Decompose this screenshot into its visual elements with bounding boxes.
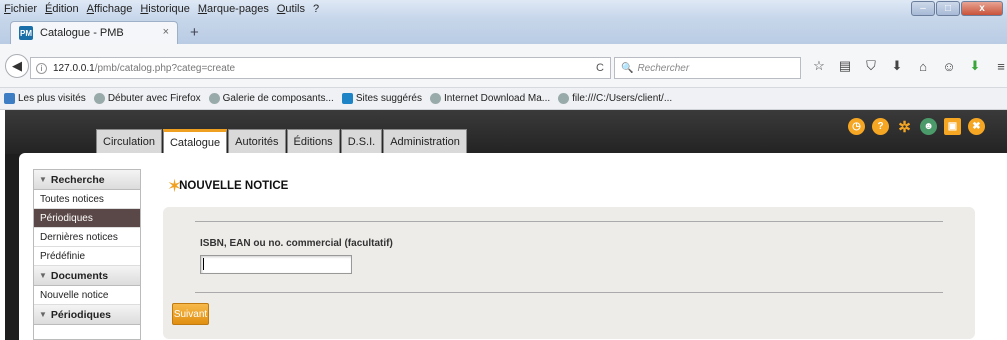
url-bar[interactable]: i 127.0.0.1 /pmb/catalog.php?categ=creat… [30,57,611,79]
bookmark-label: Les plus visités [18,93,86,104]
menu-marque-pages[interactable]: Marque-pages [198,3,269,15]
bookmark-item[interactable]: Galerie de composants... [208,93,334,104]
isbn-input[interactable] [200,255,352,274]
menu-edition[interactable]: Édition [45,3,79,15]
bookmark-icon [4,93,15,104]
bookmark-item[interactable]: Les plus visités [4,93,86,104]
tab-autorites[interactable]: Autorités [228,129,286,154]
sidebar-section-documents[interactable]: ▼ Documents [34,266,140,286]
isbn-label: ISBN, EAN ou no. commercial (facultatif) [200,238,393,249]
star-icon[interactable]: ☆ [808,58,830,74]
menu-fichier[interactable]: Fichier [4,3,37,15]
tab-circulation[interactable]: Circulation [96,129,162,154]
globe-icon [93,93,105,104]
sidebar-item-dernieres-notices[interactable]: Dernières notices [34,228,140,247]
close-window-button[interactable]: x [961,1,1003,16]
bookmark-item[interactable]: Internet Download Ma... [429,93,551,104]
minimize-button[interactable]: – [911,1,935,16]
chat-icon[interactable]: ☺ [938,59,960,74]
url-host: 127.0.0.1 [53,62,95,74]
triangle-down-icon: ▼ [39,271,47,280]
bookmark-label: file:///C:/Users/client/... [572,93,673,104]
save-icon[interactable]: ▣ [944,118,961,135]
search-input[interactable]: 🔍 Rechercher [614,57,801,79]
user-icon[interactable]: ☻ [920,118,937,135]
menu-affichage[interactable]: Affichage [87,3,133,15]
back-button[interactable]: ◀ [5,54,29,78]
form-box: ISBN, EAN ou no. commercial (facultatif)… [163,207,975,339]
toolbar-icons: ☆ ▤ ⛉ ⬇ ⌂ ☺ ⬇ ≡ [808,58,1007,74]
pmb-favicon-icon: PM [19,26,33,40]
pmb-app: Circulation Catalogue Autorités Éditions… [5,110,1007,340]
help-icon[interactable]: ? [872,118,889,135]
tab-administration[interactable]: Administration [383,129,467,154]
main-navigation: Circulation Catalogue Autorités Éditions… [96,129,468,155]
sites-icon [341,93,353,104]
url-path: /pmb/catalog.php?categ=create [94,62,236,74]
section-title: Périodiques [50,308,112,321]
clock-icon[interactable]: ◷ [848,118,865,135]
section-title: Recherche [50,173,105,186]
bookmark-item[interactable]: Débuter avec Firefox [93,93,201,104]
menu-historique[interactable]: Historique [140,3,190,15]
bookmark-item[interactable]: file:///C:/Users/client/... [558,93,672,104]
pocket-icon[interactable]: ⛉ [860,58,882,74]
bookmark-label: Sites suggérés [355,93,422,104]
maximize-button[interactable]: □ [936,1,960,16]
window-controls: – □ x [910,1,1003,16]
browser-tab[interactable]: PM Catalogue - PMB × [10,21,178,44]
triangle-down-icon: ▼ [39,310,47,319]
tab-catalogue[interactable]: Catalogue [162,129,228,155]
suivant-button[interactable]: Suivant [172,303,209,325]
menu-bar: Fichier Édition Affichage Historique Mar… [0,0,1007,17]
menu-icon[interactable]: ≡ [990,59,1007,74]
tab-dsi[interactable]: D.S.I. [340,129,383,154]
sidebar-item-nouvelle-notice[interactable]: Nouvelle notice [34,286,140,305]
globe-icon [558,93,570,104]
bookmark-item[interactable]: Sites suggérés [341,93,422,104]
reload-icon[interactable]: C [596,62,604,74]
app-header: Circulation Catalogue Autorités Éditions… [5,110,1007,155]
tab-title: Catalogue - PMB [40,27,124,39]
settings-icon[interactable]: ✲ [896,118,913,136]
bookmark-label: Internet Download Ma... [443,93,551,104]
globe-icon [429,93,441,104]
main-content: ✶ NOUVELLE NOTICE ISBN, EAN ou no. comme… [161,153,1007,340]
sidebar-section-periodiques[interactable]: ▼ Périodiques [34,305,140,325]
tab-editions[interactable]: Éditions [286,129,340,154]
sidebar-item-periodiques[interactable]: Périodiques [34,209,140,228]
bookmark-label: Galerie de composants... [222,93,334,104]
bookmarks-bar: Les plus visités Débuter avec Firefox Ga… [0,88,1007,110]
home-icon[interactable]: ⌂ [912,59,934,74]
sidebar-section-recherche[interactable]: ▼ Recherche [34,170,140,190]
text-caret [203,258,204,270]
page-title: NOUVELLE NOTICE [179,180,289,192]
clipboard-icon[interactable]: ▤ [834,58,856,74]
globe-icon [208,93,220,104]
extension-icon[interactable]: ⬇ [964,58,986,74]
tab-strip: PM Catalogue - PMB × + [0,17,1007,44]
divider [195,292,943,293]
sidebar-item-predefinie[interactable]: Prédéfinie [34,247,140,266]
menu-help[interactable]: ? [313,3,319,15]
main-panel: ▼ Recherche Toutes notices Périodiques De… [19,153,1007,340]
page-header: ✶ NOUVELLE NOTICE [167,177,288,195]
new-tab-button[interactable]: + [190,24,199,41]
sidebar: ▼ Recherche Toutes notices Périodiques De… [33,169,141,340]
section-title: Documents [50,269,109,282]
search-icon: 🔍 [621,62,634,74]
sidebar-item-toutes-notices[interactable]: Toutes notices [34,190,140,209]
divider [195,221,943,222]
download-icon[interactable]: ⬇ [886,58,908,74]
search-placeholder: Rechercher [637,62,690,74]
tab-close-icon[interactable]: × [163,26,169,38]
triangle-down-icon: ▼ [39,175,47,184]
header-icons: ◷ ? ✲ ☻ ▣ ✖ [841,118,985,136]
bookmark-label: Débuter avec Firefox [107,93,201,104]
logout-icon[interactable]: ✖ [968,118,985,135]
site-info-icon[interactable]: i [36,62,47,74]
navigation-bar: ◀ i 127.0.0.1 /pmb/catalog.php?categ=cre… [0,44,1007,88]
menu-outils[interactable]: Outils [277,3,305,15]
